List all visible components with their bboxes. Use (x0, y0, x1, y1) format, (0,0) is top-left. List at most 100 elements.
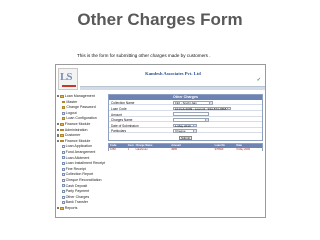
field-select[interactable]: 192 - Sruthi Jain (173, 101, 213, 105)
doc-icon (62, 201, 65, 205)
sidebar-item[interactable]: Cheque Reconciliation (62, 178, 102, 183)
field-label: Particulars (111, 129, 127, 134)
field-input[interactable] (173, 112, 209, 117)
folder-icon (62, 106, 66, 109)
expand-icon[interactable] (57, 128, 60, 132)
sidebar-item-label: Fine Receipt (65, 166, 86, 171)
sidebar-item[interactable]: Loan Application (62, 144, 92, 149)
sidebar-item-label: Loan Application (65, 144, 92, 149)
folder-icon (60, 207, 64, 210)
charges-grid: CodeCust. NameCharge NameAmountLoan NoDa… (108, 143, 263, 152)
sidebar-item[interactable]: Fine Receipt (62, 167, 86, 172)
field-label: Amount (111, 112, 122, 117)
app-screenshot: LS Kamlesh Associates Pvt. Ltd ✓ Loan Ma… (55, 64, 266, 218)
company-logo: LS (58, 68, 78, 90)
sidebar-item[interactable]: Other Charges (62, 195, 89, 200)
sidebar-item[interactable]: Loan Allotment (62, 156, 89, 161)
field-select[interactable]: 10-Feb-2009 - Loan Cl . 934-574-7865 (173, 106, 231, 111)
sidebar-item-label: Master (66, 99, 78, 104)
sidebar-item-label: Cheque Reconciliation (65, 178, 102, 182)
check-icon[interactable]: ✓ (257, 77, 261, 83)
doc-icon (62, 189, 65, 193)
sidebar-item-label: Fund Arrangement (65, 150, 96, 154)
expand-icon[interactable] (57, 134, 60, 137)
sidebar-item[interactable]: Collection Report (62, 172, 93, 177)
sidebar-item-label: Collection Report (65, 172, 94, 177)
sidebar-item[interactable]: Bank Transfer (62, 200, 88, 205)
table-row[interactable]: 1050 1 Lakshman 4965 976690 6 May 2009 (109, 147, 262, 152)
field-label: Collection Name (111, 101, 135, 106)
folder-icon (60, 128, 64, 132)
sidebar-item-label: Loan Allotment (65, 155, 90, 160)
sidebar-item-label: Logout (65, 110, 77, 115)
sidebar-item[interactable]: Loan Installment Receipt (62, 161, 105, 166)
logo-ribbon (62, 84, 76, 87)
folder-icon (60, 134, 64, 137)
field-select[interactable] (173, 118, 209, 122)
field-label: Date of Submission (111, 123, 139, 128)
table-cell: 4965 (171, 147, 177, 151)
sidebar-item-label: Customer (64, 133, 81, 138)
sidebar-item[interactable]: Finance Module (57, 139, 90, 144)
form-row: Charges Name (109, 118, 262, 123)
expand-icon[interactable] (57, 123, 60, 126)
logo-letters: LS (60, 71, 73, 83)
sidebar-item[interactable]: Reports (57, 206, 77, 211)
sidebar-item[interactable]: Loan Configuration (62, 116, 97, 121)
sidebar-item-label: Bank Transfer (65, 200, 88, 205)
top-links: ✓ (257, 77, 261, 83)
table-cell: 1 (127, 147, 130, 151)
sidebar-item[interactable]: Change Password (62, 105, 96, 110)
sidebar-item[interactable]: Party Payment (62, 189, 89, 194)
sidebar-item[interactable]: Cash Deposit (62, 184, 87, 189)
sidebar-item-label: Finance Module (64, 122, 91, 126)
sidebar-item-label: Reports (64, 206, 78, 210)
doc-icon (62, 173, 65, 177)
submit-button[interactable]: Submit (179, 136, 192, 140)
sidebar-item[interactable]: Fund Arrangement (62, 150, 95, 155)
form-header: Other Charges (109, 95, 262, 100)
slide-caption: This is the form for submitting other ch… (77, 53, 211, 58)
form-row: Loan Code 10-Feb-2009 - Loan Cl . 934-574… (109, 106, 262, 111)
sidebar-item[interactable]: Administration (57, 128, 88, 133)
slide-title: Other Charges Form (77, 10, 243, 29)
expand-icon[interactable] (57, 95, 60, 98)
form-row: Collection Name 192 - Sruthi Jain (109, 101, 262, 106)
sidebar-item[interactable]: Logout (62, 111, 77, 116)
sidebar-item[interactable]: Loan Management (57, 94, 95, 99)
sidebar-item-label: Change Password (66, 105, 96, 110)
expand-icon[interactable] (57, 139, 60, 143)
folder-icon (60, 139, 64, 143)
company-banner: Kamlesh Associates Pvt. Ltd (145, 71, 201, 76)
doc-icon (62, 145, 65, 149)
field-label: Loan Code (111, 106, 127, 111)
folder-icon (62, 100, 66, 104)
doc-icon (62, 184, 65, 188)
folder-icon (60, 95, 64, 98)
doc-icon (62, 178, 65, 182)
table-cell: 1050 (110, 147, 116, 151)
doc-icon (62, 167, 65, 171)
sidebar-tree: Loan Management Master Change Password Logo… (57, 94, 107, 216)
sidebar-item[interactable]: Customer (57, 133, 80, 138)
field-select[interactable]: 1 May 2010 (173, 123, 197, 128)
form-row: Particulars Cheque (109, 129, 262, 134)
folder-icon (60, 123, 64, 126)
doc-icon (62, 156, 65, 160)
table-cell: 976690 (214, 147, 224, 151)
form-row: Date of Submission 1 May 2010 (109, 123, 262, 128)
table-cell: 6 May 2009 (236, 147, 250, 151)
field-select[interactable]: Cheque (173, 129, 197, 133)
doc-icon (62, 161, 65, 165)
header-bar (80, 86, 265, 90)
sidebar-item-label: Cash Deposit (65, 183, 88, 188)
expand-icon[interactable] (57, 207, 60, 210)
form-row: Amount (109, 112, 262, 117)
sidebar-item-label: Loan Installment Receipt (65, 161, 106, 166)
sidebar-item-label: Loan Configuration (66, 116, 97, 121)
doc-icon (62, 111, 65, 115)
doc-icon (62, 150, 65, 154)
sidebar-item[interactable]: Finance Module (57, 122, 90, 127)
sidebar-item-label: Party Payment (65, 189, 90, 194)
sidebar-item[interactable]: Master (62, 100, 77, 105)
